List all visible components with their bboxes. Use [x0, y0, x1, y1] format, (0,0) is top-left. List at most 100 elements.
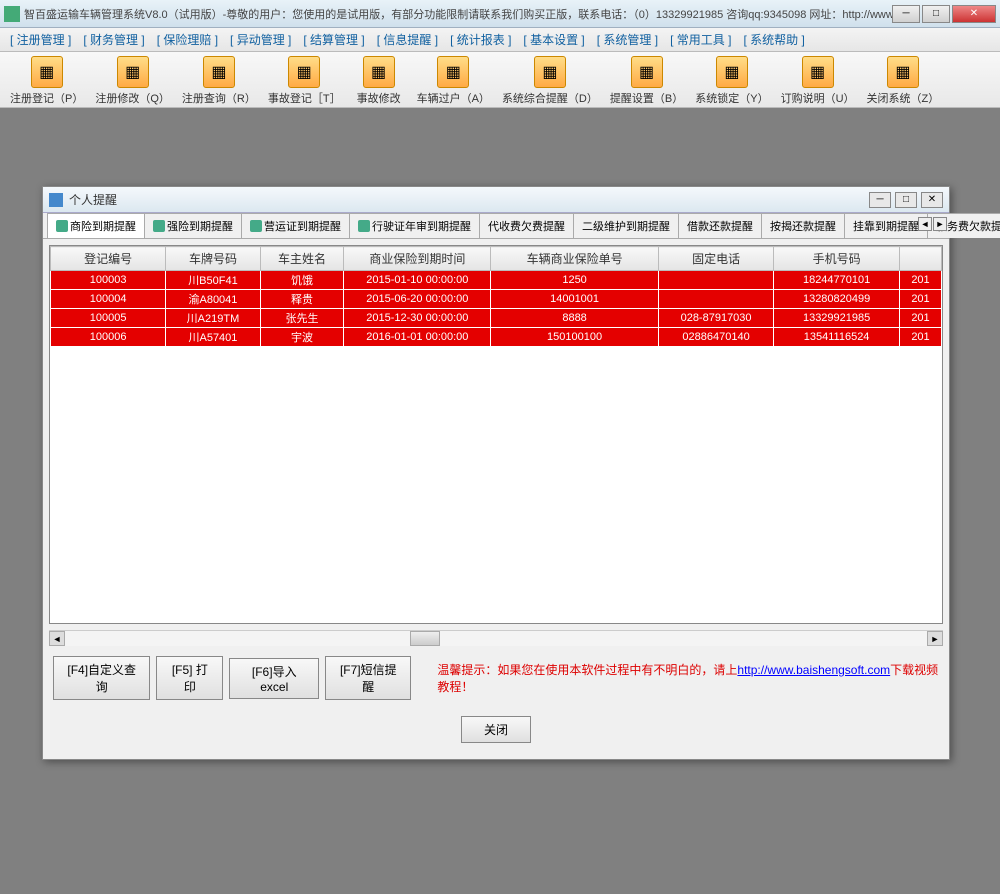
hint-link[interactable]: http://www.baishengsoft.com	[737, 663, 890, 677]
menu-item-8[interactable]: [ 系统管理 ]	[591, 29, 664, 50]
tab-scroll-left[interactable]: ◄	[918, 217, 932, 231]
cell: 100004	[51, 290, 166, 309]
menu-item-9[interactable]: [ 常用工具 ]	[664, 29, 737, 50]
menu-item-2[interactable]: [ 保险理赔 ]	[151, 29, 224, 50]
cell	[658, 290, 773, 309]
action-button-1[interactable]: [F5] 打印	[156, 656, 223, 700]
window-controls: ─ □ ✕	[892, 5, 996, 23]
tab-2[interactable]: 营运证到期提醒	[241, 213, 350, 238]
minimize-button[interactable]: ─	[892, 5, 920, 23]
toolbar-button-1[interactable]: ▦注册修改（Q）	[89, 54, 176, 108]
cell: 宇波	[260, 328, 344, 347]
action-button-0[interactable]: [F4]自定义查询	[53, 656, 150, 700]
toolbar-button-10[interactable]: ▦关闭系统（Z）	[861, 54, 946, 108]
action-button-2[interactable]: [F6]导入excel	[229, 658, 319, 699]
menu-item-0[interactable]: [ 注册管理 ]	[4, 29, 77, 50]
toolbar-button-5[interactable]: ▦ 车辆过户（A）	[411, 54, 496, 108]
scroll-right-button[interactable]: ►	[927, 631, 943, 646]
menu-item-10[interactable]: [ 系统帮助 ]	[737, 29, 810, 50]
toolbar-button-3[interactable]: ▦事故登记［T］	[262, 54, 347, 108]
tab-icon-2	[250, 220, 262, 232]
tab-7[interactable]: 按揭还款提醒	[761, 213, 845, 238]
col-header-4[interactable]: 车辆商业保险单号	[491, 247, 659, 271]
cell: 100005	[51, 309, 166, 328]
dialog-titlebar: 个人提醒 ─ □ ✕	[43, 187, 949, 213]
cell: 100003	[51, 271, 166, 290]
close-button[interactable]: ✕	[952, 5, 996, 23]
table-row[interactable]: 100005川A219TM张先生2015-12-30 00:00:0088880…	[51, 309, 942, 328]
menu-item-7[interactable]: [ 基本设置 ]	[517, 29, 590, 50]
tab-icon-1	[153, 220, 165, 232]
cell: 2016-01-01 00:00:00	[344, 328, 491, 347]
action-button-3[interactable]: [F7]短信提醒	[325, 656, 411, 700]
toolbar: ▦注册登记（P）▦注册修改（Q）▦注册查询（R）▦事故登记［T］▦事故修改▦车辆…	[0, 52, 1000, 108]
horizontal-scrollbar[interactable]: ◄ ►	[49, 630, 943, 646]
toolbar-button-4[interactable]: ▦事故修改	[347, 54, 411, 108]
cell: 028-87917030	[658, 309, 773, 328]
cell: 18244770101	[774, 271, 900, 290]
tab-6[interactable]: 借款还款提醒	[678, 213, 762, 238]
menu-item-4[interactable]: [ 结算管理 ]	[297, 29, 370, 50]
col-header-1[interactable]: 车牌号码	[166, 247, 260, 271]
toolbar-button-9[interactable]: ▦订购说明（U）	[775, 54, 861, 108]
toolbar-icon-1: ▦	[117, 56, 149, 88]
tab-4[interactable]: 代收费欠费提醒	[479, 213, 574, 238]
tab-0[interactable]: 商险到期提醒	[47, 213, 145, 238]
tab-1[interactable]: 强险到期提醒	[144, 213, 242, 238]
toolbar-label-4: 事故修改	[357, 90, 401, 106]
toolbar-button-2[interactable]: ▦ 注册查询（R）	[176, 54, 262, 108]
toolbar-label-0: 注册登记（P）	[10, 90, 83, 106]
toolbar-icon-2: ▦	[203, 56, 235, 88]
toolbar-label-8: 系统锁定（Y）	[695, 90, 768, 106]
tab-3[interactable]: 行驶证年审到期提醒	[349, 213, 480, 238]
toolbar-label-2: 注册查询（R）	[182, 90, 256, 106]
cell: 川A219TM	[166, 309, 260, 328]
tab-8[interactable]: 挂靠到期提醒	[844, 213, 928, 238]
col-header-2[interactable]: 车主姓名	[260, 247, 344, 271]
col-header-7[interactable]	[900, 247, 942, 271]
cell: 川B50F41	[166, 271, 260, 290]
app-icon	[4, 6, 20, 22]
dialog-close-main-button[interactable]: 关闭	[461, 716, 531, 743]
cell: 2015-01-10 00:00:00	[344, 271, 491, 290]
tab-5[interactable]: 二级维护到期提醒	[573, 213, 679, 238]
cell: 100006	[51, 328, 166, 347]
menu-item-1[interactable]: [ 财务管理 ]	[77, 29, 150, 50]
cell: 2015-12-30 00:00:00	[344, 309, 491, 328]
col-header-3[interactable]: 商业保险到期时间	[344, 247, 491, 271]
dialog-close-button[interactable]: ✕	[921, 192, 943, 208]
table-row[interactable]: 100004渝A80041释贵2015-06-20 00:00:00140010…	[51, 290, 942, 309]
menu-item-5[interactable]: [ 信息提醒 ]	[371, 29, 444, 50]
data-grid[interactable]: 登记编号车牌号码车主姓名商业保险到期时间车辆商业保险单号固定电话手机号码1000…	[49, 245, 943, 624]
menu-item-3[interactable]: [ 异动管理 ]	[224, 29, 297, 50]
toolbar-icon-5: ▦	[437, 56, 469, 88]
toolbar-button-0[interactable]: ▦注册登记（P）	[4, 54, 89, 108]
cell: 02886470140	[658, 328, 773, 347]
col-header-0[interactable]: 登记编号	[51, 247, 166, 271]
table-row[interactable]: 100003川B50F41饥饿2015-01-10 00:00:00125018…	[51, 271, 942, 290]
toolbar-label-3: 事故登记［T］	[268, 90, 341, 106]
col-header-6[interactable]: 手机号码	[774, 247, 900, 271]
tab-scroll-right[interactable]: ►	[933, 217, 947, 231]
cell: 13329921985	[774, 309, 900, 328]
toolbar-icon-7: ▦	[631, 56, 663, 88]
cell: 8888	[491, 309, 659, 328]
cell: 201	[900, 271, 942, 290]
maximize-button[interactable]: □	[922, 5, 950, 23]
cell: 释贵	[260, 290, 344, 309]
menu-item-6[interactable]: [ 统计报表 ]	[444, 29, 517, 50]
toolbar-icon-9: ▦	[802, 56, 834, 88]
toolbar-button-6[interactable]: ▦系统综合提醒（D）	[496, 54, 604, 108]
dialog-minimize-button[interactable]: ─	[869, 192, 891, 208]
dialog-title: 个人提醒	[69, 191, 869, 208]
cell: 13541116524	[774, 328, 900, 347]
dialog-icon	[49, 193, 63, 207]
col-header-5[interactable]: 固定电话	[658, 247, 773, 271]
toolbar-button-7[interactable]: ▦提醒设置（B）	[604, 54, 689, 108]
toolbar-button-8[interactable]: ▦系统锁定（Y）	[689, 54, 774, 108]
toolbar-label-5: 车辆过户（A）	[417, 90, 490, 106]
scroll-left-button[interactable]: ◄	[49, 631, 65, 646]
table-row[interactable]: 100006川A57401宇波2016-01-01 00:00:00150100…	[51, 328, 942, 347]
dialog-maximize-button[interactable]: □	[895, 192, 917, 208]
scroll-thumb[interactable]	[410, 631, 440, 646]
